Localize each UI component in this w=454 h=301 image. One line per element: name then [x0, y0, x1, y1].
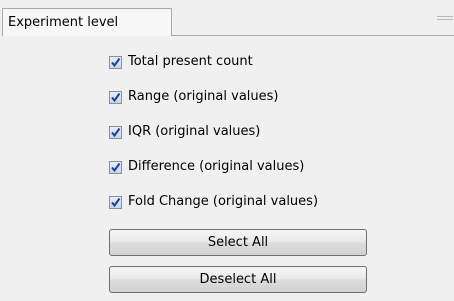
- deselect-all-button[interactable]: Deselect All: [109, 266, 367, 293]
- option-fold-change[interactable]: Fold Change (original values): [109, 192, 318, 212]
- checkmark-icon: [111, 197, 121, 207]
- select-all-button[interactable]: Select All: [109, 229, 367, 256]
- checkbox-checked-icon[interactable]: [109, 195, 122, 209]
- option-label: Difference (original values): [128, 159, 305, 174]
- option-label: Range (original values): [128, 89, 279, 104]
- options-content: Total present count Range (original valu…: [0, 36, 454, 301]
- option-iqr[interactable]: IQR (original values): [109, 122, 260, 142]
- option-difference[interactable]: Difference (original values): [109, 157, 304, 177]
- checkbox-checked-icon[interactable]: [109, 125, 122, 139]
- option-label: Total present count: [128, 54, 253, 69]
- tab-strip: Experiment level: [0, 0, 454, 36]
- option-label: Fold Change (original values): [128, 194, 319, 209]
- experiment-level-panel: Experiment level Total present count Ran…: [0, 0, 454, 301]
- checkmark-icon: [111, 57, 121, 67]
- checkbox-checked-icon[interactable]: [109, 55, 122, 69]
- checkmark-icon: [111, 162, 121, 172]
- option-range[interactable]: Range (original values): [109, 87, 278, 107]
- tab-experiment-level[interactable]: Experiment level: [2, 8, 172, 36]
- checkmark-icon: [111, 127, 121, 137]
- option-total-present-count[interactable]: Total present count: [109, 52, 253, 72]
- checkmark-icon: [111, 92, 121, 102]
- tab-label: Experiment level: [8, 15, 119, 30]
- option-label: IQR (original values): [128, 124, 261, 139]
- checkbox-checked-icon[interactable]: [109, 90, 122, 104]
- collapse-handle-icon[interactable]: [437, 16, 453, 20]
- checkbox-checked-icon[interactable]: [109, 160, 122, 174]
